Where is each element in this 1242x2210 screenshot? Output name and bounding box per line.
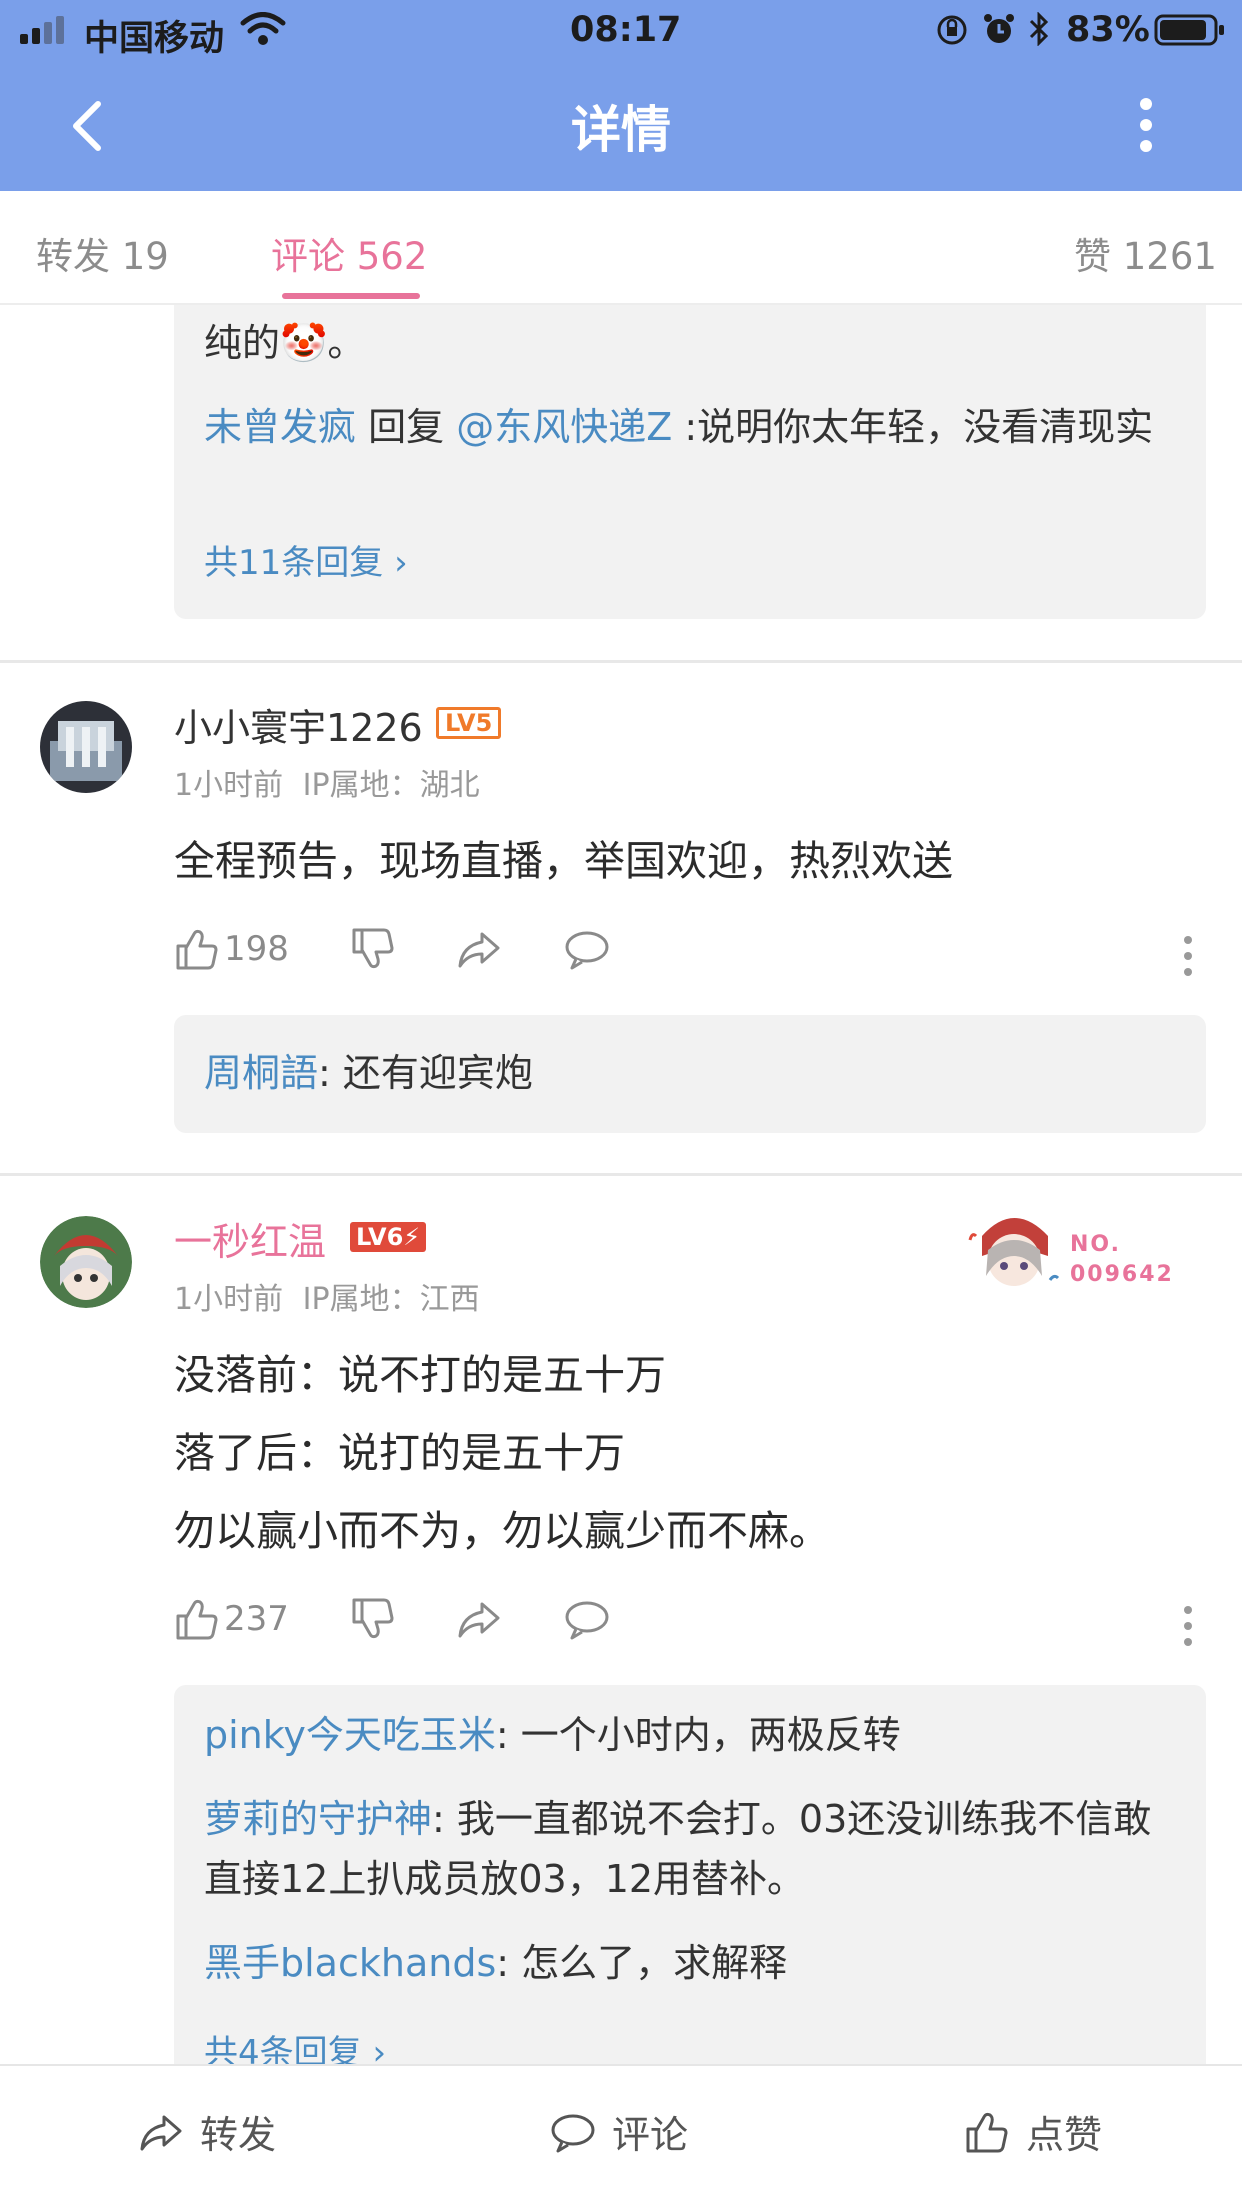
bluetooth-icon [1028,11,1050,50]
comment-content-line: 勿以赢小而不为，勿以赢少而不麻。 [174,1507,830,1555]
reply-username[interactable]: 未曾发疯 [204,405,356,449]
clown-emoji-icon: 🤡 [280,321,328,365]
speech-bubble-icon [551,2114,595,2152]
tab-likes[interactable]: 赞 1261 [1074,226,1217,280]
more-replies-link[interactable]: 共11条回复 › [204,535,408,584]
comment-time: 1小时前 [174,768,284,803]
bottom-action-bar: 转发 评论 点赞 [0,2064,1242,2210]
battery-icon [1154,14,1226,50]
level-badge: LV5 [436,707,502,739]
comment-content-line: 落了后：说打的是五十万 [174,1429,625,1477]
comment-ip: IP属地：湖北 [302,768,480,803]
share-icon [140,2115,182,2150]
reply-box-previous: 纯的🤡。 未曾发疯 回复 @东风快递Z :说明你太年轻，没看清现实 共11条回复… [174,305,1206,619]
like-count: 198 [224,929,289,969]
reply-button[interactable] [564,1596,610,1642]
reply-username[interactable]: 黑手blackhands [204,1941,496,1985]
alarm-icon [982,12,1016,50]
comment-actions: 198 [174,926,1214,986]
reply-box: 周桐語: 还有迎宾炮 [174,1015,1206,1133]
more-vertical-icon [1184,1606,1192,1646]
reply-button[interactable] [564,926,610,972]
bottom-like-label: 点赞 [1026,2113,1103,2157]
share-icon [458,932,500,968]
battery-percent: 83% [1066,10,1150,50]
reply-item[interactable]: 萝莉的守护神: 我一直都说不会打。03还没训练我不信敢直接12上扒成员放03，1… [204,1789,1166,1909]
thumbs-up-icon [176,1599,218,1640]
fan-badge-number: 009642 [1070,1262,1174,1287]
more-menu-button[interactable] [1130,96,1162,156]
clock-time: 08:17 [570,10,682,50]
carrier-label: 中国移动 [84,19,225,59]
bottom-repost-label: 转发 [200,2113,277,2157]
like-button[interactable]: 237 [174,1596,289,1642]
comment-more-button[interactable] [1180,1604,1196,1652]
reply-mention[interactable]: @东风快递Z [456,405,672,449]
bottom-comment-label: 评论 [612,2113,689,2157]
reply-item[interactable]: 周桐語: 还有迎宾炮 [204,1043,1166,1103]
comment-actions: 237 [174,1596,1214,1656]
reply-item[interactable]: 未曾发疯 回复 @东风快递Z :说明你太年轻，没看清现实 [204,397,1166,457]
reply-item[interactable]: 黑手blackhands: 怎么了，求解释 [204,1933,1166,1993]
comment-content-line: 没落前：说不打的是五十万 [174,1351,666,1399]
tab-repost[interactable]: 转发 19 [36,226,169,280]
like-count: 237 [224,1599,289,1639]
comment-username[interactable]: 小小寰宇1226 [174,697,423,752]
fan-badge-no: NO. [1070,1232,1121,1257]
like-button[interactable]: 198 [174,926,289,972]
thumbs-down-icon [352,1598,394,1639]
more-vertical-icon [1140,98,1152,152]
share-button[interactable] [456,1596,502,1642]
anime-girl-icon [968,1218,1060,1286]
reply-username[interactable]: 萝莉的守护神 [204,1797,432,1841]
speech-bubble-icon [565,1601,609,1640]
active-tab-indicator [282,293,420,299]
reply-username[interactable]: 周桐語 [204,1051,318,1095]
thumbs-up-icon [176,929,218,970]
tab-comments[interactable]: 评论 562 [271,226,427,280]
level-badge: LV6⚡ [350,1222,427,1252]
comment-more-button[interactable] [1180,934,1196,982]
avatar[interactable] [40,701,132,793]
share-icon [458,1602,500,1638]
avatar[interactable] [40,1216,132,1308]
comment-divider [0,1173,1242,1176]
bottom-repost-button[interactable]: 转发 [138,2104,276,2159]
thumbs-down-icon [352,928,394,969]
top-header: 中国移动 08:17 83% 详情 [0,0,1242,191]
speech-bubble-icon [565,931,609,970]
reply-box: pinky今天吃玉米: 一个小时内，两极反转 萝莉的守护神: 我一直都说不会打。… [174,1685,1206,2085]
reply-item[interactable]: pinky今天吃玉米: 一个小时内，两极反转 [204,1705,1166,1765]
dislike-button[interactable] [350,1596,396,1642]
comment-username[interactable]: 一秒红温 [174,1211,326,1266]
dislike-button[interactable] [350,926,396,972]
comment-divider [0,660,1242,663]
reply-username[interactable]: pinky今天吃玉米 [204,1713,496,1757]
reply-fragment: 纯的🤡。 [204,321,366,365]
comment-meta: 1小时前 IP属地：江西 [174,1274,480,1318]
bottom-like-button[interactable]: 点赞 [964,2104,1102,2159]
page-title: 详情 [571,101,671,159]
fan-badge: NO. 009642 [964,1200,1184,1300]
thumbs-up-icon [966,2112,1008,2152]
comment-meta: 1小时前 IP属地：湖北 [174,760,480,804]
orientation-lock-icon [936,14,968,50]
wifi-icon [240,12,286,50]
signal-icon [20,16,70,44]
bottom-comment-button[interactable]: 评论 [550,2104,688,2159]
comment-ip: IP属地：江西 [302,1282,480,1317]
comment-content: 全程预告，现场直播，举国欢迎，热烈欢送 [174,837,953,885]
more-vertical-icon [1184,936,1192,976]
share-button[interactable] [456,926,502,972]
comment-time: 1小时前 [174,1282,284,1317]
